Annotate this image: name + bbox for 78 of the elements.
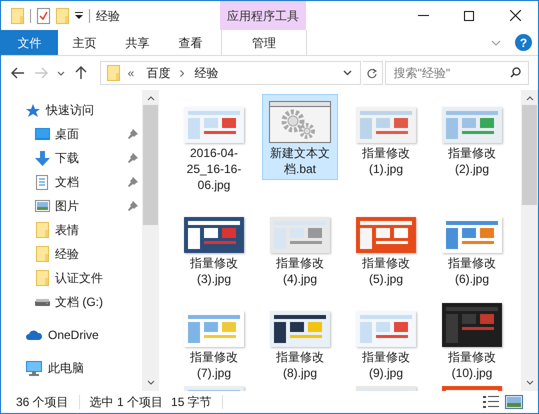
cloud-icon bbox=[26, 330, 42, 340]
sidebar-item[interactable]: 表情 bbox=[1, 218, 142, 242]
scroll-up-icon[interactable] bbox=[146, 96, 154, 101]
maximize-icon bbox=[464, 10, 474, 20]
scrollbar[interactable] bbox=[521, 90, 538, 391]
chevron-down-icon[interactable] bbox=[342, 70, 352, 76]
ribbon-tab[interactable]: 主页 bbox=[58, 30, 111, 55]
sidebar-item[interactable]: 认证文件 bbox=[1, 266, 142, 290]
refresh-button[interactable] bbox=[362, 61, 383, 85]
ribbon-tab[interactable]: 管理 bbox=[221, 30, 307, 55]
search-icon[interactable] bbox=[510, 67, 521, 78]
selection-count: 选中 1 个项目 bbox=[90, 394, 164, 411]
file-item[interactable]: 指量修改(10).jpg bbox=[434, 298, 510, 384]
file-item[interactable]: 指量修改(6).jpg bbox=[434, 204, 510, 290]
checked-document-icon[interactable] bbox=[37, 8, 50, 24]
scrollbar-thumb[interactable] bbox=[143, 105, 158, 225]
scroll-down-icon[interactable] bbox=[526, 380, 534, 385]
sidebar-item[interactable]: 下载 bbox=[1, 146, 142, 170]
sidebar-item[interactable]: 文档 bbox=[1, 170, 142, 194]
monitor-icon bbox=[34, 128, 50, 140]
file-item[interactable]: 2016-04-25_16-16-06.jpg bbox=[176, 94, 252, 196]
up-arrow-icon bbox=[74, 66, 87, 80]
right-arrow-icon bbox=[34, 67, 48, 79]
scroll-down-icon[interactable] bbox=[146, 380, 154, 385]
context-tab-label: 应用程序工具 bbox=[227, 8, 299, 24]
sidebar-item[interactable]: 文档 (G:) bbox=[1, 290, 142, 314]
overflow-chevron[interactable]: « bbox=[128, 64, 134, 82]
expand-ribbon-icon[interactable] bbox=[491, 40, 501, 46]
refresh-icon bbox=[367, 68, 378, 78]
sidebar-item[interactable]: 桌面 bbox=[1, 122, 142, 146]
sidebar-item[interactable]: 经验 bbox=[1, 242, 142, 266]
file-item[interactable]: 新建文本文档.bat bbox=[262, 94, 338, 180]
folder-icon bbox=[11, 8, 24, 24]
ribbon-tab[interactable]: 共享 bbox=[111, 30, 164, 55]
sidebar-item[interactable]: 此电脑 bbox=[1, 356, 142, 380]
ribbon-tab[interactable]: 文件 bbox=[1, 30, 58, 55]
drive-icon bbox=[34, 298, 50, 306]
file-item[interactable]: 指量修改(1).jpg bbox=[348, 94, 424, 180]
large-icons-view-icon[interactable] bbox=[505, 395, 523, 409]
search-field[interactable]: 搜索"经验" bbox=[384, 61, 529, 85]
details-view-icon[interactable] bbox=[483, 396, 499, 408]
folder-icon bbox=[36, 270, 48, 286]
scrollbar-thumb[interactable] bbox=[522, 105, 537, 205]
picture-icon bbox=[34, 200, 50, 212]
document-icon bbox=[36, 174, 48, 190]
file-item[interactable]: 指量修改(3).jpg bbox=[176, 204, 252, 290]
folder-icon bbox=[106, 65, 120, 81]
breadcrumb[interactable]: 经验 bbox=[194, 64, 218, 82]
scrollbar[interactable] bbox=[142, 90, 159, 391]
customize-dropdown-icon[interactable] bbox=[75, 12, 83, 19]
down-arrow-icon bbox=[34, 150, 50, 166]
file-item[interactable]: 指量修改(2).jpg bbox=[434, 94, 510, 180]
sidebar-item[interactable]: OneDrive bbox=[1, 323, 142, 347]
star-icon bbox=[26, 104, 40, 116]
folder-icon bbox=[36, 246, 48, 262]
chevron-down-icon bbox=[57, 70, 66, 76]
selection-size: 15 字节 bbox=[171, 394, 212, 411]
file-item[interactable]: 指量修改(4).jpg bbox=[262, 204, 338, 290]
breadcrumb[interactable]: 百度 bbox=[146, 64, 170, 82]
folder-icon bbox=[36, 222, 48, 238]
file-item[interactable]: 指量修改(7).jpg bbox=[176, 298, 252, 384]
file-item[interactable]: 指量修改(8).jpg bbox=[262, 298, 338, 384]
scroll-up-icon[interactable] bbox=[526, 96, 534, 101]
minimize-icon bbox=[418, 15, 428, 16]
address-bar[interactable]: « 百度 经验 bbox=[100, 61, 361, 85]
left-arrow-icon bbox=[10, 67, 25, 79]
ribbon-tab[interactable]: 查看 bbox=[164, 30, 217, 55]
help-button[interactable]: ? bbox=[515, 34, 532, 51]
chevron-right-icon bbox=[180, 70, 184, 76]
gear-window-icon bbox=[269, 101, 331, 143]
item-count: 36 个项目 bbox=[16, 394, 69, 411]
computer-icon bbox=[26, 360, 42, 376]
close-icon bbox=[510, 10, 520, 21]
sidebar-item[interactable]: 图片 bbox=[1, 194, 142, 218]
sidebar-item[interactable]: 快速访问 bbox=[1, 98, 142, 122]
file-item[interactable]: 指量修改(9).jpg bbox=[348, 298, 424, 384]
file-item[interactable]: 指量修改(5).jpg bbox=[348, 204, 424, 290]
window-title: 经验 bbox=[96, 8, 120, 24]
